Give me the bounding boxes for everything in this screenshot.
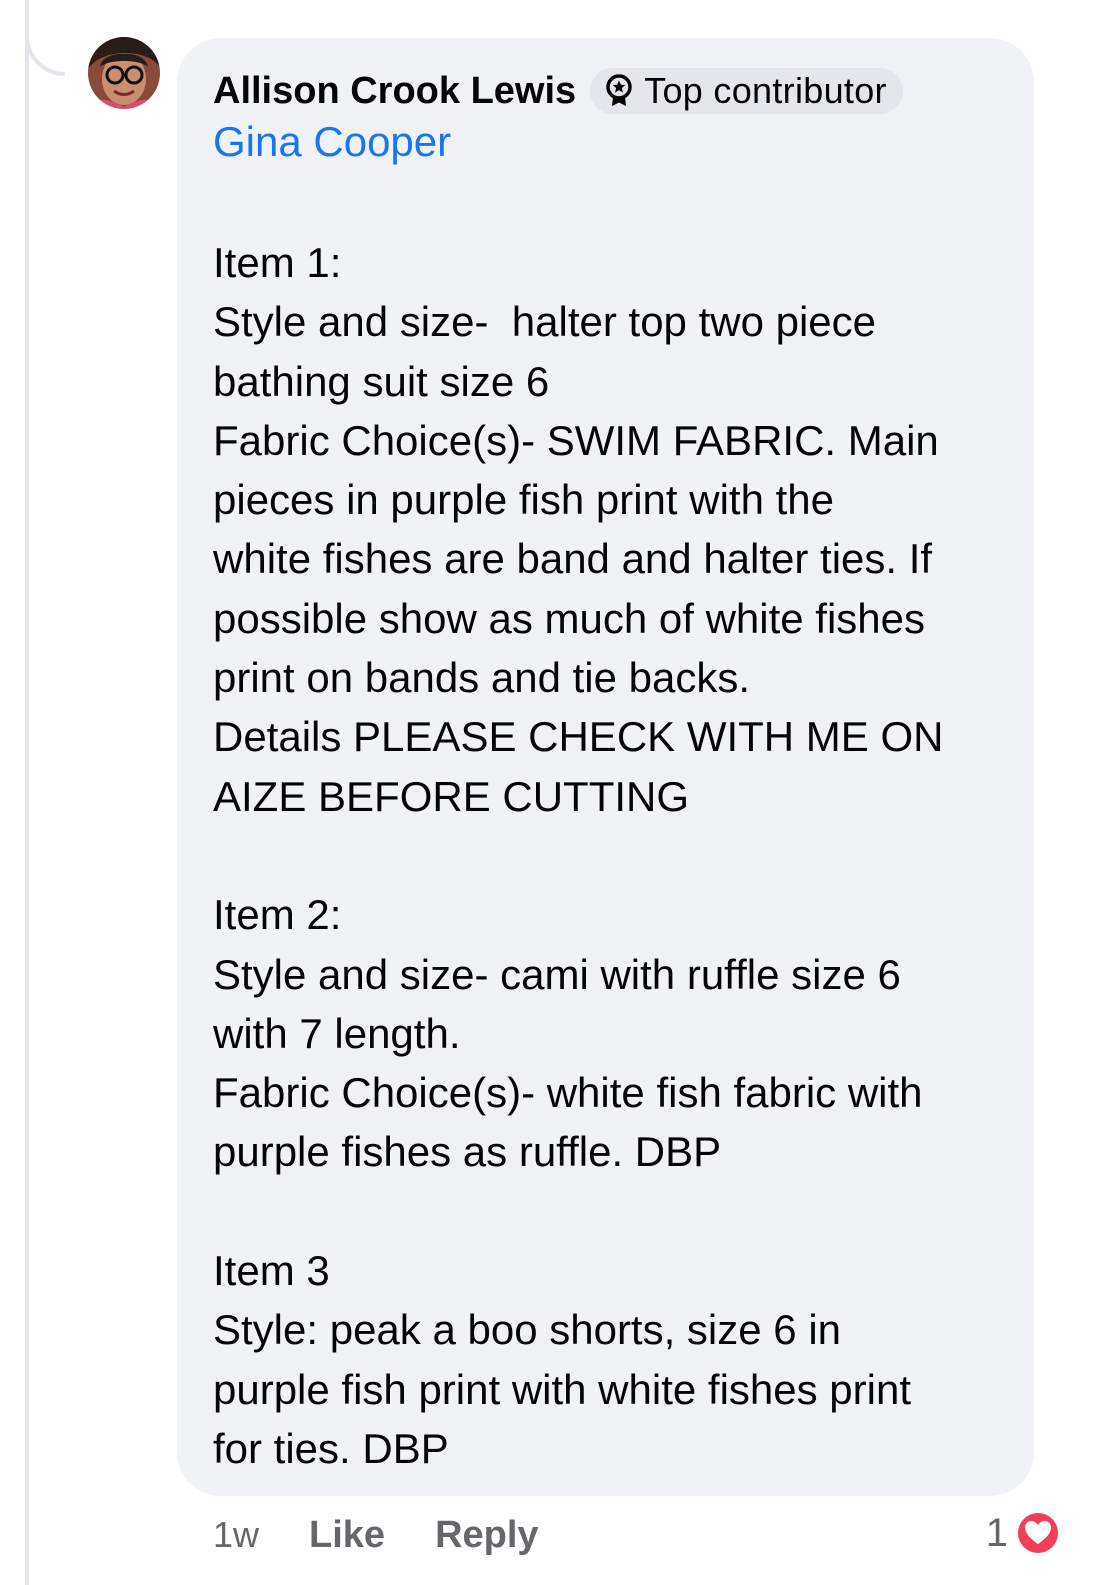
author-name[interactable]: Allison Crook Lewis	[213, 70, 576, 113]
reaction-count: 1	[985, 1510, 1008, 1555]
comment-line: Item 2:	[213, 891, 342, 939]
comment-line: bathing suit size 6	[213, 357, 550, 405]
comment-line: AIZE BEFORE CUTTING	[213, 772, 690, 820]
comment-line: Style: peak a boo shorts, size 6 in	[213, 1306, 842, 1354]
comment-line: Item 3	[213, 1247, 330, 1295]
comment-line: Style and size- halter top two piece	[213, 298, 877, 346]
like-button[interactable]: Like	[309, 1514, 385, 1557]
comment-line: purple fish print with white fishes prin…	[213, 1365, 911, 1413]
avatar[interactable]	[88, 37, 160, 109]
badge-label: Top contributor	[644, 70, 887, 111]
comment-line	[213, 826, 1023, 885]
thread-connector-line	[25, 0, 29, 1585]
avatar-image	[88, 37, 160, 109]
comment-line: purple fishes as ruffle. DBP	[213, 1128, 722, 1176]
comment-line: for ties. DBP	[213, 1424, 449, 1472]
mention-link[interactable]: Gina Cooper	[213, 118, 451, 166]
comment-line: pieces in purple fish print with the	[213, 476, 834, 524]
top-contributor-badge[interactable]: Top contributor	[590, 68, 903, 114]
thread-connector-curve	[25, 0, 65, 76]
comment-header: Allison Crook Lewis Top contributor	[213, 66, 903, 116]
comment-line: Item 1:	[213, 239, 342, 286]
heart-reaction-icon	[1015, 1510, 1061, 1556]
comment-text: Item 1: Style and size- halter top two pi…	[213, 233, 1023, 1478]
reaction-summary[interactable]: 1	[986, 1506, 1062, 1560]
comment-line	[213, 1182, 1023, 1241]
timestamp[interactable]: 1w	[213, 1514, 259, 1556]
comment-line: white fishes are band and halter ties. I…	[213, 535, 933, 583]
top-contributor-badge-icon	[606, 74, 632, 106]
comment-line: with 7 length.	[213, 1009, 461, 1057]
comment-line: possible show as much of white fishes	[213, 594, 926, 642]
comment-line: Style and size- cami with ruffle size 6	[213, 950, 901, 998]
comment-line: Fabric Choice(s)- white fish fabric with	[213, 1069, 923, 1117]
reply-button[interactable]: Reply	[435, 1514, 538, 1557]
comment-line: Fabric Choice(s)- SWIM FABRIC. Main	[213, 416, 939, 464]
comment-line: print on bands and tie backs.	[213, 654, 751, 702]
comment-line: Details PLEASE CHECK WITH ME ON	[213, 713, 944, 761]
comment-actions: 1w Like Reply	[213, 1510, 539, 1560]
